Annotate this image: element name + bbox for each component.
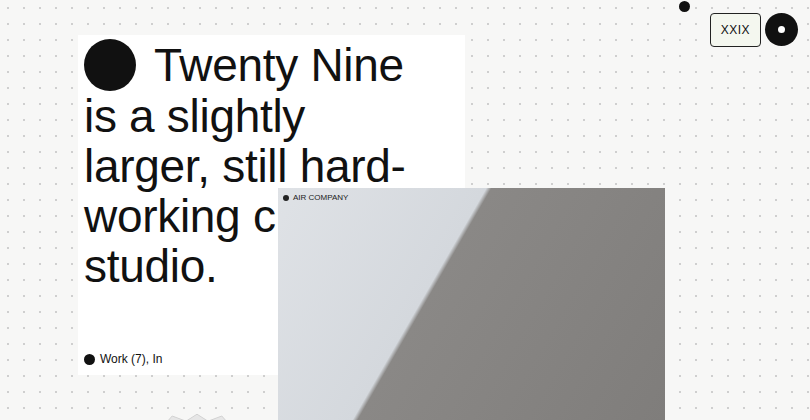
heading-line: is a slightly [84,91,459,141]
logo-dot-icon [84,39,136,91]
heading-text: Twenty Nine [154,40,404,90]
caption-text: AIR COMPANY [293,193,348,202]
center-dot-icon [778,26,785,33]
logo-badge[interactable]: XXIX [710,13,761,47]
gear-object-icon [84,372,310,420]
nav-links[interactable]: Work (7), In [84,351,459,367]
project-caption: AIR COMPANY [283,193,348,202]
dot-icon [679,1,690,12]
heading-line: Twenty Nine [84,39,459,91]
project-image[interactable]: AIR COMPANY [278,188,665,420]
heading-line: larger, still hard- [84,141,459,191]
top-controls: XXIX [679,0,798,47]
caption-dot-icon [283,195,289,201]
bullet-dot-icon [84,354,95,365]
menu-circle-icon[interactable] [765,13,798,46]
nav-text[interactable]: Work (7), In [100,352,162,366]
